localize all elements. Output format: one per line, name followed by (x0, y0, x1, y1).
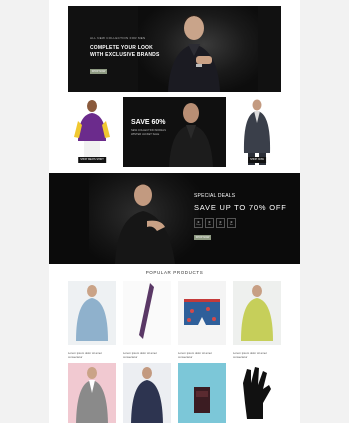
product-image-sweater (68, 281, 116, 345)
special-deals-banner: SPECIAL DEALS SAVE UP TO 70% OFF 0 Days 0… (49, 173, 300, 264)
hero-banner[interactable]: ALL NEW COLLECTION FOR MEN COMPLETE YOUR… (68, 6, 281, 92)
timer-days: 0 Days (194, 218, 203, 228)
product-card[interactable] (178, 363, 226, 423)
banner-sale-title: SAVE 60% (131, 119, 166, 126)
product-card[interactable]: Lorem ipsum dolor sit amet consectetur (178, 281, 226, 359)
timer-seconds: 0 Sec (227, 218, 236, 228)
product-name[interactable]: Lorem ipsum dolor sit amet consectetur (233, 352, 281, 359)
timer-hours: 0 Hrs (205, 218, 214, 228)
deals-model-image (115, 184, 175, 264)
countdown-timer: 0 Days 0 Hrs 0 Min 0 Sec (194, 218, 236, 228)
deals-label: SPECIAL DEALS (194, 193, 236, 199)
product-name[interactable]: Lorem ipsum dolor sit amet consectetur (68, 352, 116, 359)
product-card[interactable] (233, 363, 281, 423)
deals-shop-button[interactable]: SHOP NOW (194, 235, 211, 240)
banner-shirts-button[interactable]: SHOP MEN'S SHIRT (78, 157, 106, 163)
banner-jackets[interactable]: SHOP NOW (233, 97, 281, 167)
product-card[interactable]: Lorem ipsum dolor sit amet consectetur (68, 281, 116, 359)
hero-subtitle: ALL NEW COLLECTION FOR MEN (90, 36, 146, 40)
banner-sale[interactable]: SAVE 60% NEW COLLECTION MODELS WINTER JA… (123, 97, 226, 167)
product-image-wallet (178, 363, 226, 423)
hero-shop-button[interactable]: SHOP NOW (90, 69, 107, 74)
banner-jackets-button[interactable]: SHOP NOW (248, 157, 266, 163)
product-card[interactable] (68, 363, 116, 423)
page: ALL NEW COLLECTION FOR MEN COMPLETE YOUR… (49, 0, 300, 423)
product-image-shirt (123, 363, 171, 423)
product-image-gloves (233, 363, 281, 423)
product-card[interactable]: Lorem ipsum dolor sit amet consectetur (123, 281, 171, 359)
product-card[interactable]: Lorem ipsum dolor sit amet consectetur (233, 281, 281, 359)
product-image-tie (123, 281, 171, 345)
hero-headline-1: COMPLETE YOUR LOOK (90, 45, 153, 51)
product-name[interactable]: Lorem ipsum dolor sit amet consectetur (123, 352, 171, 359)
deals-offer: SAVE UP TO 70% OFF (194, 203, 287, 212)
hero-headline-2: WITH EXCLUSIVE BRANDS (90, 52, 160, 58)
product-card[interactable] (123, 363, 171, 423)
product-image-boxers (178, 281, 226, 345)
product-image-blazer (68, 363, 116, 423)
product-name[interactable]: Lorem ipsum dolor sit amet consectetur (178, 352, 226, 359)
hero-text: ALL NEW COLLECTION FOR MEN COMPLETE YOUR… (90, 36, 200, 77)
banner-shirts[interactable]: SHOP MEN'S SHIRT (68, 97, 116, 167)
timer-minutes: 0 Min (216, 218, 225, 228)
banner-sale-subtitle: NEW COLLECTION MODELS WINTER JACKET SALE (131, 129, 167, 136)
section-title-popular-products: POPULAR PRODUCTS (145, 270, 204, 275)
product-image-tshirt (233, 281, 281, 345)
